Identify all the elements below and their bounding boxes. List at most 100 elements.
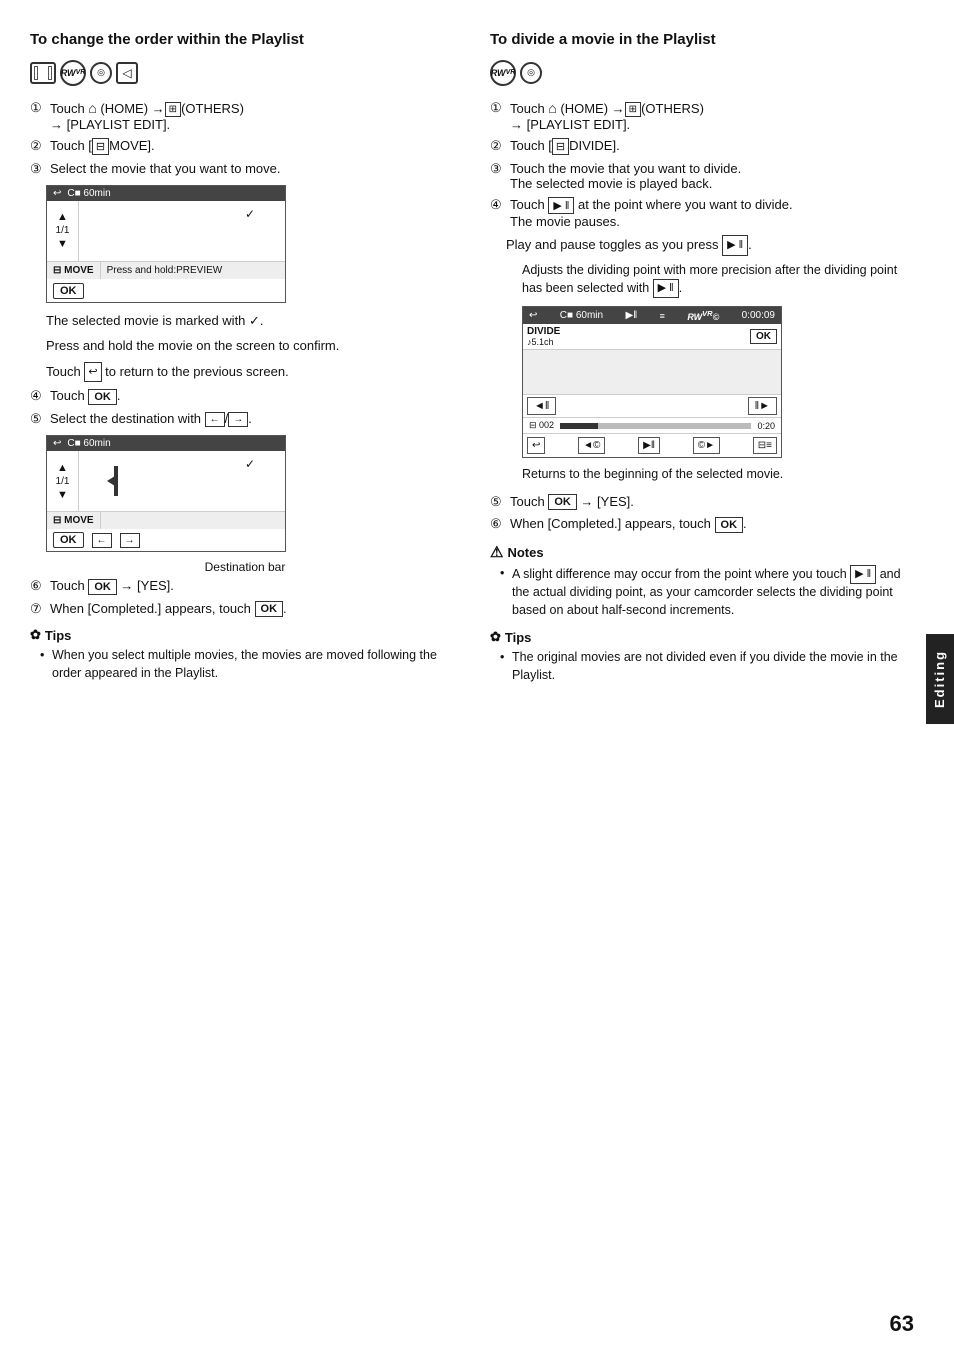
sidebar-label: Editing bbox=[932, 649, 947, 707]
tip-icon-right: ✿ bbox=[490, 629, 501, 645]
back-icon: ◁ bbox=[116, 62, 138, 84]
right-note-1: A slight difference may occur from the p… bbox=[500, 565, 920, 619]
step-3-right: ③ Touch the movie that you want to divid… bbox=[490, 161, 920, 191]
screen-footer-2: ⊟ MOVE bbox=[47, 512, 285, 529]
step-text-6: Touch OK → [YES]. bbox=[50, 578, 460, 595]
left-arrow-box: ← bbox=[205, 412, 225, 427]
dm-nav-left: ◄‖ bbox=[527, 397, 556, 415]
others-box-r: ⊞ bbox=[625, 102, 641, 117]
screen-hd-label-2: C■ 60min bbox=[67, 438, 110, 449]
dm-ctrl-back: ◄© bbox=[578, 437, 605, 454]
screen-nav-left-2: ▲ 1/1 ▼ bbox=[47, 451, 79, 511]
up-arrow: ▲ bbox=[57, 211, 68, 223]
step-1-left: ① Touch ⌂ (HOME) →⊞(OTHERS)→ [PLAYLIST E… bbox=[30, 100, 460, 132]
step-text-r5: Touch OK → [YES]. bbox=[510, 494, 920, 511]
screen-ok-row-1: OK bbox=[47, 279, 285, 302]
film-icon bbox=[30, 62, 56, 84]
right-arrow-box: → bbox=[228, 412, 248, 427]
step-num-r5: ⑤ bbox=[490, 494, 506, 511]
dm-ctrl-play: ▶‖ bbox=[638, 437, 660, 454]
dm-divide-text: DIVIDE bbox=[527, 326, 560, 337]
screen-header-1: ↩ C■ 60min bbox=[47, 186, 285, 201]
right-tips-title: ✿ Tips bbox=[490, 629, 920, 645]
left-tip-1: When you select multiple movies, the mov… bbox=[40, 647, 460, 682]
nav-label-2: 1/1 bbox=[56, 476, 70, 487]
dm-ctrl-sub: ⊟≡ bbox=[753, 437, 777, 454]
right-notes: ⚠ Notes A slight difference may occur fr… bbox=[490, 543, 920, 619]
right-notes-list: A slight difference may occur from the p… bbox=[500, 565, 920, 619]
screen-footer-1: ⊟ MOVE Press and hold:PREVIEW bbox=[47, 262, 285, 279]
rw-vr-icon-right: RWVR bbox=[490, 60, 516, 86]
dm-time: 0:00:09 bbox=[742, 310, 775, 321]
step-num-r1: ① bbox=[490, 100, 506, 132]
dm-video-area bbox=[523, 350, 781, 395]
step-num-6: ⑥ bbox=[30, 578, 46, 595]
step-5-left: ⑤ Select the destination with ←/→. bbox=[30, 411, 460, 427]
dm-clip-num: ⊟ 002 bbox=[529, 420, 554, 431]
ok-box-7: OK bbox=[255, 601, 284, 617]
step-text-r6: When [Completed.] appears, touch OK. bbox=[510, 516, 920, 533]
right-icon-row: RWVR ◎ bbox=[490, 60, 920, 86]
tips-label-left: Tips bbox=[45, 628, 72, 643]
left-section-title: To change the order within the Playlist bbox=[30, 30, 460, 50]
dm-rw: RWVR© bbox=[687, 309, 719, 322]
step-text-7: When [Completed.] appears, touch OK. bbox=[50, 601, 460, 618]
right-tips-list: The original movies are not divided even… bbox=[500, 649, 920, 684]
page-container: To change the order within the Playlist … bbox=[0, 0, 954, 1357]
play-pause-btn: ▶ ‖ bbox=[548, 197, 574, 214]
return-icon-sm: ↩ bbox=[53, 188, 61, 199]
left-arrow-small: ← bbox=[92, 533, 112, 548]
down-arrow-2: ▼ bbox=[57, 489, 68, 501]
step-text-4: Touch OK. bbox=[50, 388, 460, 405]
step-1-right: ① Touch ⌂ (HOME) →⊞(OTHERS)→ [PLAYLIST E… bbox=[490, 100, 920, 132]
step-num-r6: ⑥ bbox=[490, 516, 506, 533]
step-num-2: ② bbox=[30, 138, 46, 155]
right-notes-title: ⚠ Notes bbox=[490, 543, 920, 561]
dm-nav-row: ◄‖ ‖► bbox=[523, 395, 781, 418]
right-tip-1: The original movies are not divided even… bbox=[500, 649, 920, 684]
step-text-2: Touch [⊟MOVE]. bbox=[50, 138, 460, 155]
dm-ctrl-return: ↩ bbox=[527, 437, 545, 454]
step-7-left: ⑦ When [Completed.] appears, touch OK. bbox=[30, 601, 460, 618]
screen-row-2: ▲ 1/1 ▼ ✓ bbox=[47, 451, 285, 512]
adjusts-text: Adjusts the dividing point with more pre… bbox=[522, 262, 920, 299]
step-6-right: ⑥ When [Completed.] appears, touch OK. bbox=[490, 516, 920, 533]
screen-mockup-2: ↩ C■ 60min ▲ 1/1 ▼ ✓ bbox=[46, 435, 286, 552]
screen-body-2: ▲ 1/1 ▼ ✓ ⊟ MOVE bbox=[47, 451, 285, 551]
tips-label-right: Tips bbox=[505, 630, 532, 645]
rw-vr-icon: RWVR bbox=[60, 60, 86, 86]
ok-btn-small-2: OK bbox=[53, 532, 84, 548]
screen-body-1: ▲ 1/1 ▼ ✓ ⊟ MOVE Press and hold:PREVIEW bbox=[47, 201, 285, 302]
return-icon-sm2: ↩ bbox=[53, 438, 61, 449]
dm-progress-row: ⊟ 002 0:20 bbox=[523, 418, 781, 434]
step-3-left: ③ Select the movie that you want to move… bbox=[30, 161, 460, 177]
screen-footer-preview: Press and hold:PREVIEW bbox=[101, 262, 229, 279]
step-6-left: ⑥ Touch OK → [YES]. bbox=[30, 578, 460, 595]
screen-ok-arrow-row: OK ← → bbox=[47, 529, 285, 551]
notes-label-right: Notes bbox=[507, 545, 543, 560]
screen-main-2: ✓ bbox=[79, 451, 285, 511]
play-pause-btn-3: ▶ ‖ bbox=[653, 279, 679, 298]
page-number: 63 bbox=[890, 1311, 914, 1337]
dm-audio: ♪5.1ch bbox=[527, 337, 560, 347]
left-tips-title: ✿ Tips bbox=[30, 627, 460, 643]
step-text-r3: Touch the movie that you want to divide.… bbox=[510, 161, 920, 191]
step-5-right: ⑤ Touch OK → [YES]. bbox=[490, 494, 920, 511]
home-icon-r: ⌂ bbox=[548, 100, 556, 116]
returns-text: Returns to the beginning of the selected… bbox=[522, 466, 920, 484]
step-num-r2: ② bbox=[490, 138, 506, 155]
step-num-4: ④ bbox=[30, 388, 46, 405]
step-num-3: ③ bbox=[30, 161, 46, 177]
checkmark-2: ✓ bbox=[245, 457, 255, 471]
left-icon-row: RWVR ◎ ◁ bbox=[30, 60, 460, 86]
step-text-3: Select the movie that you want to move. bbox=[50, 161, 460, 177]
dm-divide-label: DIVIDE ♪5.1ch bbox=[527, 326, 560, 347]
body-text-marked: The selected movie is marked with ✓. bbox=[46, 311, 460, 331]
dm-header: ↩ C■ 60min ▶‖ ≡ RWVR© 0:00:09 bbox=[523, 307, 781, 324]
screen-hd-label: C■ 60min bbox=[67, 188, 110, 199]
dm-control-row: ↩ ◄© ▶‖ ©► ⊟≡ bbox=[523, 434, 781, 457]
screen-nav-left: ▲ 1/1 ▼ bbox=[47, 201, 79, 261]
down-arrow: ▼ bbox=[57, 238, 68, 250]
others-box: ⊞ bbox=[165, 102, 181, 117]
nav-label: 1/1 bbox=[56, 225, 70, 236]
